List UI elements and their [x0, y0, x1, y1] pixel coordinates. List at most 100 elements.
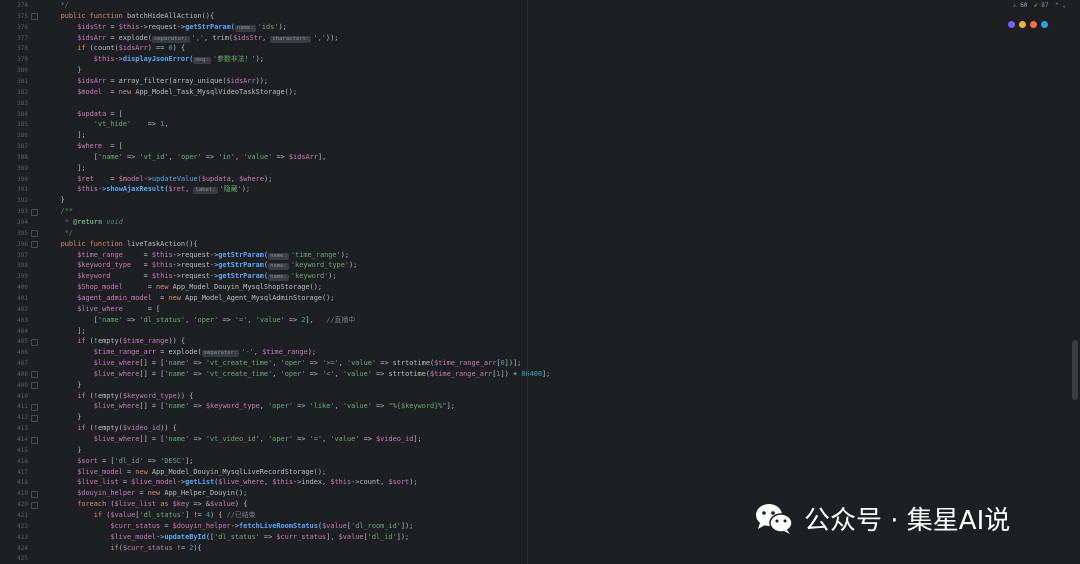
code-line[interactable]: }: [44, 195, 65, 206]
code-line[interactable]: ['name' => 'vt_id', 'oper' => 'in', 'val…: [44, 152, 326, 163]
edge-icon[interactable]: [1041, 21, 1048, 28]
chrome-icon[interactable]: [1019, 21, 1026, 28]
fold-marker-icon[interactable]: [31, 414, 38, 422]
code-token: getStrParam(: [218, 272, 269, 281]
code-line[interactable]: $live_where[] = ['name' => $keyword_type…: [44, 401, 455, 412]
code-line[interactable]: }: [44, 65, 81, 76]
code-line[interactable]: $updata = [: [44, 109, 123, 120]
phpstorm-icon[interactable]: [1008, 21, 1015, 28]
code-line[interactable]: }: [44, 445, 81, 456]
code-line[interactable]: if($curr_status != 2){: [44, 543, 201, 554]
code-token: =: [131, 261, 152, 270]
code-line[interactable]: ['name' => 'dl_status', 'oper' => '=', '…: [44, 315, 355, 326]
code-token: if: [44, 510, 107, 519]
code-token: 'oper': [176, 152, 202, 161]
code-line[interactable]: if ($value['dl_status'] != 4) { //已结束: [44, 510, 256, 521]
code-line[interactable]: $live_where[] = ['name' => 'vt_video_id'…: [44, 434, 422, 445]
code-line[interactable]: $live_model->updateById(['dl_status' => …: [44, 532, 409, 543]
fold-marker-icon[interactable]: [31, 241, 38, 249]
firefox-icon[interactable]: [1030, 21, 1037, 28]
code-line[interactable]: $keyword = $this->request->getStrParam(n…: [44, 271, 337, 282]
fold-marker-icon[interactable]: [31, 230, 38, 238]
fold-marker-icon[interactable]: [31, 436, 38, 444]
vertical-scrollbar[interactable]: [1070, 0, 1080, 564]
parameter-hint: characters:: [270, 35, 312, 43]
code-line[interactable]: $live_list = $live_model->getList($live_…: [44, 477, 417, 488]
code-line[interactable]: $model = new App_Model_Task_MysqlVideoTa…: [44, 87, 297, 98]
chevron-up-icon[interactable]: ⌃: [1055, 2, 1059, 9]
code-token: $keyword: [44, 272, 111, 281]
code-line[interactable]: $idsArr = array_filter(array_unique($ids…: [44, 76, 268, 87]
code-token: 'dl_room_id': [351, 521, 401, 530]
code-token: =>: [201, 152, 219, 161]
code-line[interactable]: }: [44, 412, 81, 423]
inspection-status[interactable]: ⚠ 60 ✔ 87 ⌃ ⌄: [1013, 2, 1066, 9]
code-line[interactable]: $curr_status = $douyin_helper->fetchLive…: [44, 521, 413, 532]
code-line[interactable]: if (!empty($video_id)) {: [44, 423, 177, 434]
fold-marker-icon[interactable]: [31, 382, 38, 390]
code-line[interactable]: $live_model = new App_Model_Douyin_Mysql…: [44, 467, 326, 478]
code-line[interactable]: $Shop_model = new App_Model_Douyin_Mysql…: [44, 282, 322, 293]
code-line[interactable]: ];: [44, 326, 86, 337]
code-editor[interactable]: 374 375 376 377 378 379 380 381 382 383 384 385 386 3…: [0, 0, 1080, 564]
line-number: 401: [17, 294, 28, 302]
fold-marker-icon[interactable]: [31, 490, 38, 498]
code-token: $keyword_type: [122, 391, 177, 400]
code-line[interactable]: if (!empty($time_range)) {: [44, 336, 185, 347]
code-token: 'name': [164, 359, 190, 368]
code-line[interactable]: /**: [44, 206, 73, 217]
code-line[interactable]: $ret = $model->updateValue($updata, $whe…: [44, 174, 272, 185]
code-line[interactable]: public function liveTaskAction(){: [44, 239, 198, 250]
code-line[interactable]: $time_range = $this->request->getStrPara…: [44, 250, 349, 261]
parameter-hint: label:: [193, 187, 218, 195]
code-line[interactable]: foreach ($live_list as $key => &$value) …: [44, 499, 247, 510]
code-token: '隐藏': [219, 185, 242, 194]
code-line[interactable]: ];: [44, 130, 85, 141]
chevron-down-icon[interactable]: ⌄: [1062, 2, 1066, 9]
code-line[interactable]: 'vt_hide' => 1,: [44, 119, 169, 130]
code-token: ];: [44, 326, 86, 335]
code-token: ,: [338, 359, 347, 368]
code-token: 'value': [346, 359, 377, 368]
fold-marker-icon[interactable]: [31, 338, 38, 346]
code-line[interactable]: $douyin_helper = new App_Helper_Douyin()…: [44, 488, 247, 499]
browser-preview-icons: [1008, 21, 1048, 28]
code-line[interactable]: if (!empty($keyword_type)) {: [44, 391, 193, 402]
fold-marker-icon[interactable]: [31, 371, 38, 379]
checks-count[interactable]: ✔ 87: [1034, 2, 1048, 9]
code-line[interactable]: $idsStr = $this->request->getStrParam(na…: [44, 22, 287, 33]
fold-marker-icon[interactable]: [31, 13, 38, 21]
warnings-count[interactable]: ⚠ 60: [1013, 2, 1027, 9]
code-line[interactable]: $time_range_arr = explode(separator: '-',…: [44, 347, 316, 358]
scrollbar-thumb[interactable]: [1072, 340, 1078, 400]
code-area[interactable]: */ public function batchHideAllAction(){…: [44, 0, 1044, 564]
code-line[interactable]: $agent_admin_model = new App_Model_Agent…: [44, 293, 334, 304]
code-token: ];: [542, 369, 551, 378]
code-line[interactable]: $sort = ['dl_id' => 'DESC'];: [44, 456, 193, 467]
code-token: ) {: [172, 44, 186, 53]
code-token: $this: [272, 478, 293, 487]
code-line[interactable]: */: [44, 0, 69, 11]
code-line[interactable]: $live_where[] = ['name' => 'vt_create_ti…: [44, 369, 551, 380]
code-line[interactable]: $this->showAjaxResult($ret, label: '隐藏');: [44, 184, 250, 195]
fold-marker-icon[interactable]: [31, 501, 38, 509]
code-line[interactable]: $live_where[] = ['name' => 'vt_create_ti…: [44, 358, 522, 369]
code-line[interactable]: $where = [: [44, 141, 123, 152]
code-token: $this: [44, 185, 98, 194]
code-token: App_Model_Task_MysqlVideoTaskStorage();: [135, 87, 298, 96]
code-line[interactable]: $this->displayJsonError(msg: '参数非法！');: [44, 54, 264, 65]
fold-marker-icon[interactable]: [31, 403, 38, 411]
code-line[interactable]: $keyword_type = $this->request->getStrPa…: [44, 260, 357, 271]
code-token: 'DESC': [160, 456, 186, 465]
code-line[interactable]: $idsArr = explode(separator: ',', trim($i…: [44, 33, 338, 44]
code-line[interactable]: if (count($idsArr) == 0) {: [44, 43, 185, 54]
fold-marker-icon[interactable]: [31, 208, 38, 216]
code-line[interactable]: $live_where = [: [44, 304, 160, 315]
code-token: 'dl_id': [114, 456, 144, 465]
code-line[interactable]: */: [44, 228, 73, 239]
code-token: ->request->: [172, 261, 219, 270]
code-line[interactable]: * @return void: [44, 217, 123, 228]
code-line[interactable]: }: [44, 380, 81, 391]
code-line[interactable]: public function batchHideAllAction(){: [44, 11, 215, 22]
code-line[interactable]: ];: [44, 163, 85, 174]
